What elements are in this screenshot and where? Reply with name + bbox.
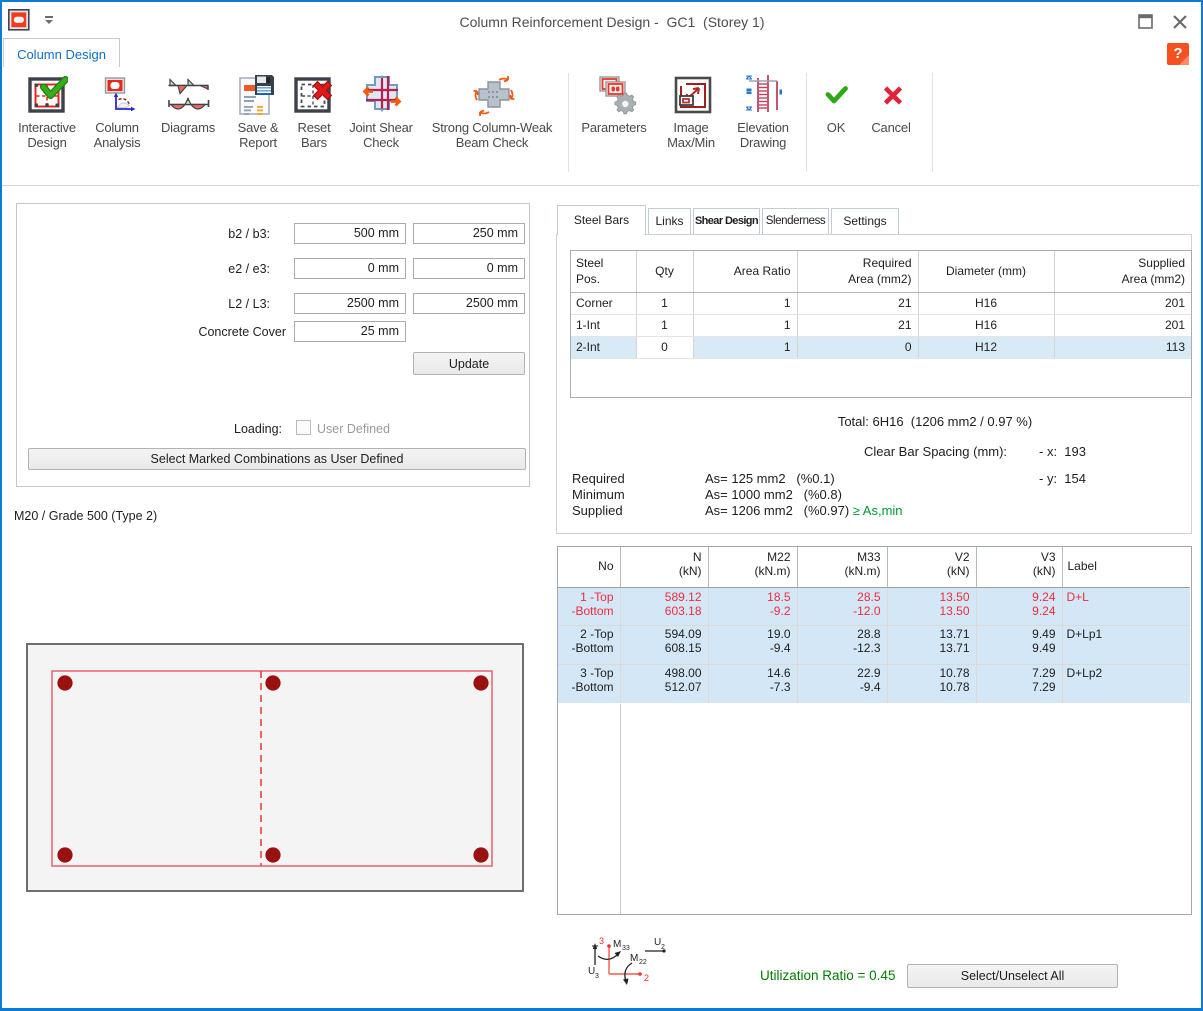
svg-text:2: 2 (644, 973, 649, 983)
svg-text:33: 33 (622, 945, 630, 952)
svg-text:22: 22 (639, 959, 647, 966)
svg-text:3: 3 (599, 936, 604, 946)
svg-text:2: 2 (661, 944, 665, 951)
svg-text:3: 3 (595, 973, 599, 980)
svg-text:M: M (630, 953, 638, 964)
svg-text:M: M (613, 939, 621, 950)
